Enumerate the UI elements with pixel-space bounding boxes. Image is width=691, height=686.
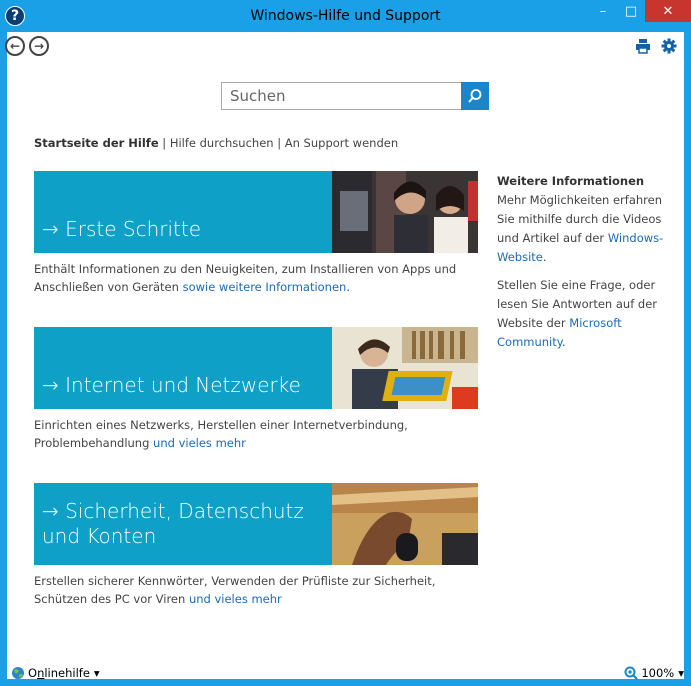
gear-icon-svg [661,38,677,54]
close-button[interactable]: ✕ [645,0,691,22]
breadcrumb-support-link[interactable]: An Support wenden [285,136,398,150]
student-with-laptop-photo [332,327,478,409]
chevron-down-icon: ▾ [93,666,100,680]
tile-sicherheit[interactable]: → Sicherheit, Datenschutz und Konten [34,483,478,565]
zoom-level: 100% [641,666,675,680]
community-end: . [561,335,566,349]
more-info-heading: Weitere Informationen [497,174,645,188]
tile-label-line2: und Konten [42,524,157,548]
toolbar: ← → [5,32,684,62]
window-title: Windows-Hilfe und Support [250,8,441,24]
tile-description: Einrichten eines Netzwerks, Herstellen e… [34,416,474,452]
breadcrumb-home: Startseite der Hilfe [34,136,159,150]
online-help-dropdown[interactable]: Onlinehilfe ▾ [11,666,100,680]
search-icon [468,89,482,103]
tile-description: Enthält Informationen zu den Neuigkeiten… [34,260,474,296]
people-at-screen-photo [332,171,478,253]
help-window: ? Windows-Hilfe und Support – □ ✕ ← → Su… [0,0,691,686]
more-info-panel: Weitere Informationen Mehr Möglichkeiten… [497,172,677,361]
maximize-button[interactable]: □ [617,0,645,22]
globe-icon [12,667,24,679]
forward-button[interactable]: → [29,36,49,56]
hand-on-mouse-photo [332,483,478,565]
breadcrumb-search-link[interactable]: Hilfe durchsuchen [170,136,274,150]
zoom-icon [624,666,639,680]
printer-icon[interactable] [635,38,651,58]
minimize-button[interactable]: – [589,0,617,22]
status-bar: Onlinehilfe ▾ 100% ▾ [7,662,684,686]
help-icon: ? [5,6,25,26]
window-controls: – □ ✕ [589,0,691,22]
tile-description: Erstellen sicherer Kennwörter, Verwenden… [34,572,474,608]
tile-internet-netzwerke[interactable]: → Internet und Netzwerke [34,327,478,409]
back-button[interactable]: ← [5,36,25,56]
search-box [221,82,489,110]
online-help-label: Onlinehilfe [28,666,90,680]
tile-erste-schritte[interactable]: → Erste Schritte [34,171,478,253]
title-bar[interactable]: ? Windows-Hilfe und Support – □ ✕ [0,0,691,32]
tile-label: → Sicherheit, Datenschutz und Konten [42,499,304,549]
more-info-paragraph: Mehr Möglichkeiten erfahren Sie mithilfe… [497,191,677,267]
chevron-down-icon: ▾ [678,666,684,680]
more-info-end: . [542,250,547,264]
tile-label: → Internet und Netzwerke [42,373,301,397]
printer-icon-svg [636,39,650,54]
tile-description-end: . [346,280,350,294]
tile-more-link[interactable]: sowie weitere Informationen [183,280,347,294]
tile-more-link[interactable]: und vieles mehr [189,592,282,606]
search-input[interactable] [222,83,456,109]
tile-label-line1: → Sicherheit, Datenschutz [42,499,304,523]
breadcrumb-separator: | [277,136,282,150]
gear-icon[interactable] [661,38,677,58]
tile-label: → Erste Schritte [42,217,202,241]
tile-more-link[interactable]: und vieles mehr [153,436,246,450]
community-paragraph: Stellen Sie eine Frage, oder lesen Sie A… [497,276,677,352]
breadcrumb-separator: | [162,136,167,150]
search-button[interactable] [461,82,489,110]
breadcrumb: Startseite der Hilfe | Hilfe durchsuchen… [34,136,398,150]
zoom-control[interactable]: 100% ▾ [624,666,684,680]
